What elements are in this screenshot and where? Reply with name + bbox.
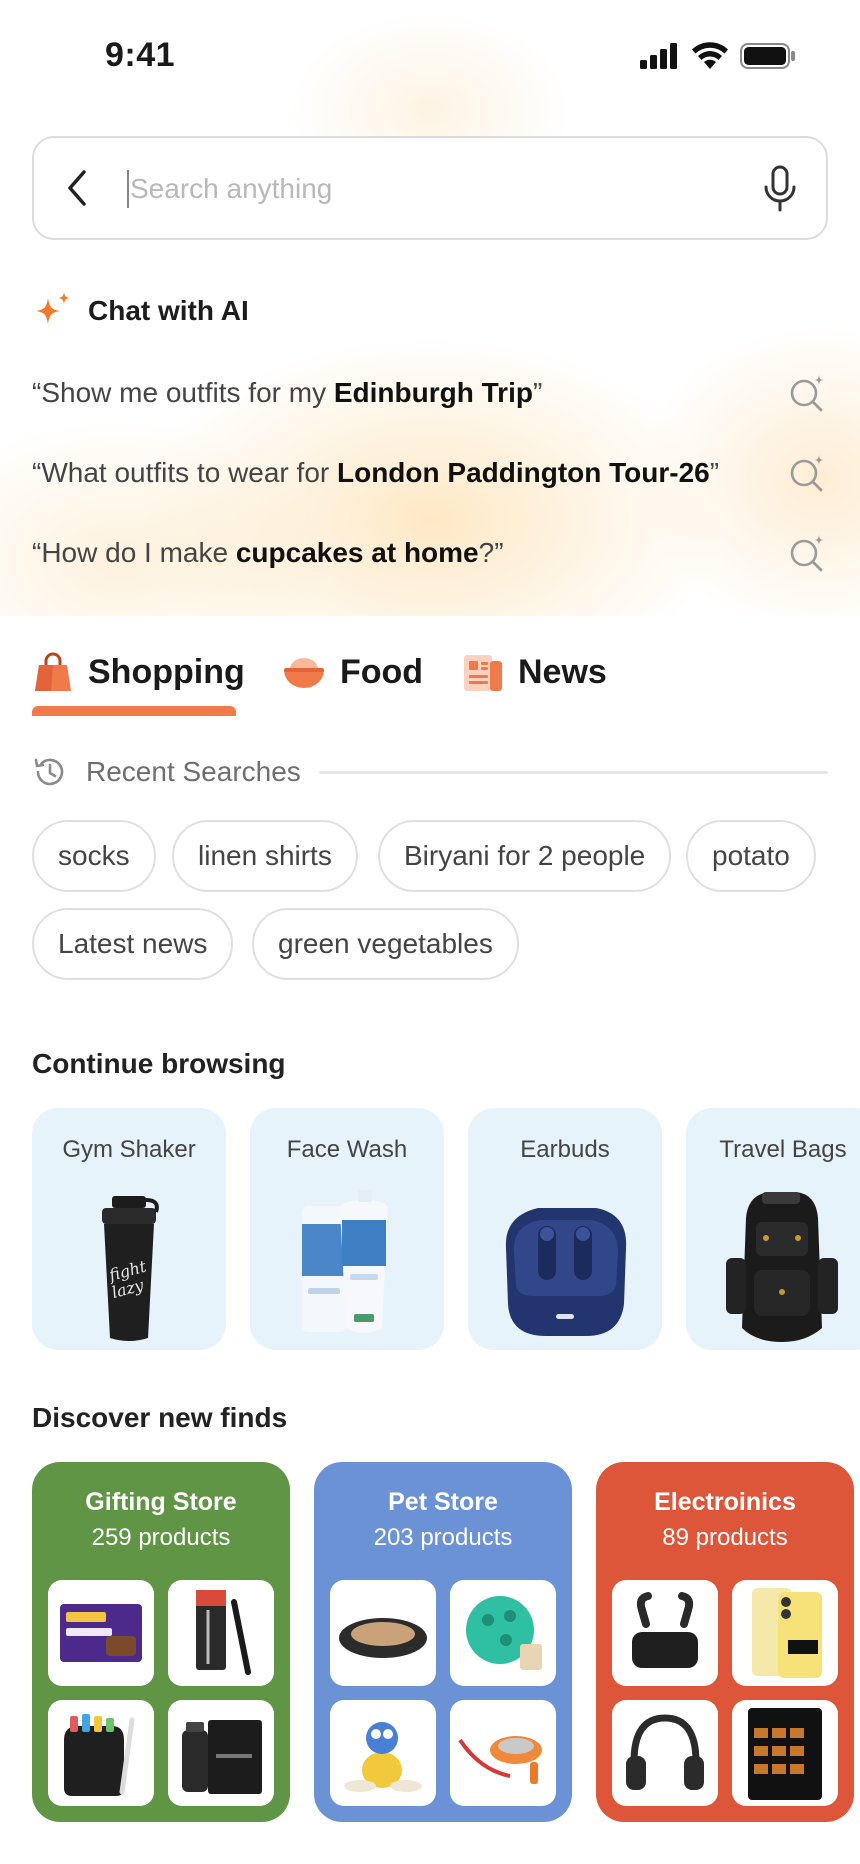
headphones-image <box>626 1714 704 1790</box>
food-bowl-icon <box>284 658 324 688</box>
tab-label: News <box>518 652 607 691</box>
store-name: Pet Store <box>388 1488 498 1516</box>
wifi-icon <box>692 42 728 69</box>
store-product-count: 259 products <box>91 1524 231 1551</box>
gym-shaker-image: fight lazy <box>102 1196 159 1341</box>
pet-bowl-leash-image <box>458 1736 542 1784</box>
store-name: Electroinics <box>654 1488 796 1516</box>
browse-card-gym-shaker[interactable]: Gym Shaker fight lazy <box>32 1108 226 1350</box>
ai-prompt-suggestion[interactable]: “What outfits to wear for London Padding… <box>32 448 828 498</box>
status-bar: 9:41 <box>0 0 860 110</box>
wireless-earbuds-image <box>632 1592 698 1668</box>
divider <box>318 770 828 774</box>
ai-prompt-suggestion[interactable]: “How do I make cupcakes at home?” <box>32 528 828 578</box>
recent-searches-header: Recent Searches <box>32 754 828 790</box>
prompt-text: “How do I make cupcakes at home?” <box>32 537 504 568</box>
earbuds-image <box>505 1208 627 1336</box>
plush-toy-image <box>344 1722 422 1792</box>
pet-bed-image <box>339 1618 427 1658</box>
sparkle-icon <box>36 292 70 324</box>
search-input[interactable] <box>130 166 730 212</box>
product-thumbnail <box>450 1580 556 1686</box>
newspaper-icon <box>464 655 502 691</box>
product-thumbnail <box>168 1700 274 1806</box>
status-time: 9:41 <box>105 36 176 74</box>
ai-prompt-suggestion[interactable]: “Show me outfits for my Edinburgh Trip” <box>32 368 828 418</box>
browse-card-earbuds[interactable]: Earbuds <box>468 1108 662 1350</box>
chat-ai-title: Chat with AI <box>88 295 249 326</box>
pen-set-image <box>196 1590 251 1675</box>
tab-news[interactable]: News <box>462 640 607 704</box>
text-cursor <box>127 170 129 208</box>
discover-title: Discover new finds <box>32 1402 288 1433</box>
product-thumbnail <box>612 1700 718 1806</box>
history-icon <box>34 758 64 786</box>
browse-card-label: Gym Shaker <box>62 1136 196 1163</box>
recent-search-chip[interactable]: socks <box>32 820 156 892</box>
store-name: Gifting Store <box>85 1488 237 1516</box>
battery-icon <box>740 43 795 69</box>
marker-set-image <box>64 1714 135 1796</box>
flask-gift-set-image <box>182 1720 262 1794</box>
store-product-count: 203 products <box>373 1524 513 1551</box>
product-thumbnail <box>732 1580 838 1686</box>
product-thumbnail <box>48 1580 154 1686</box>
prompt-text: “What outfits to wear for London Padding… <box>32 457 720 488</box>
browse-card-label: Earbuds <box>520 1136 610 1163</box>
browse-card-label: Travel Bags <box>719 1136 847 1163</box>
recent-search-chip[interactable]: Latest news <box>32 908 234 980</box>
tab-food[interactable]: Food <box>282 640 423 704</box>
product-thumbnail <box>330 1580 436 1686</box>
browse-card-label: Face Wash <box>286 1136 408 1163</box>
store-card-pet[interactable]: Pet Store 203 products <box>314 1462 572 1822</box>
product-thumbnail <box>732 1700 838 1806</box>
recent-search-chip[interactable]: potato <box>686 820 816 892</box>
smartphone-image <box>752 1588 822 1678</box>
travel-bag-image <box>726 1192 838 1342</box>
ai-search-icon[interactable] <box>788 453 828 493</box>
browse-card-face-wash[interactable]: Face Wash <box>250 1108 444 1350</box>
shopping-bag-icon <box>35 652 71 691</box>
pet-ball-toy-image <box>466 1596 542 1670</box>
status-icons <box>640 42 796 70</box>
recent-search-chip[interactable]: linen shirts <box>172 820 358 892</box>
ai-search-icon[interactable] <box>788 373 828 413</box>
store-product-count: 89 products <box>662 1524 788 1551</box>
tab-label: Food <box>340 652 424 691</box>
chat-ai-header[interactable]: Chat with AI <box>32 290 249 332</box>
product-thumbnail <box>168 1580 274 1686</box>
recent-search-chip[interactable]: green vegetables <box>252 908 519 980</box>
product-thumbnail <box>330 1700 436 1806</box>
store-card-gifting[interactable]: Gifting Store 259 products <box>32 1462 290 1822</box>
continue-browsing-title: Continue browsing <box>32 1048 286 1079</box>
prompt-text: “Show me outfits for my Edinburgh Trip” <box>32 377 543 408</box>
tab-label: Shopping <box>88 652 245 691</box>
product-thumbnail <box>450 1700 556 1806</box>
product-thumbnail <box>48 1700 154 1806</box>
ai-search-icon[interactable] <box>788 533 828 573</box>
cellular-signal-icon <box>640 43 677 69</box>
batteries-pack-image <box>748 1708 822 1800</box>
chocolate-box-image <box>60 1604 142 1662</box>
product-thumbnail <box>612 1580 718 1686</box>
face-wash-image <box>302 1190 388 1333</box>
browse-card-travel-bags[interactable]: Travel Bags <box>686 1108 860 1350</box>
active-tab-indicator <box>32 706 236 716</box>
recent-searches-title: Recent Searches <box>86 756 301 787</box>
tab-shopping[interactable]: Shopping <box>32 640 245 704</box>
store-card-electronics[interactable]: Electroinics 89 products <box>596 1462 854 1822</box>
microphone-icon[interactable] <box>762 164 798 214</box>
recent-search-chip[interactable]: Biryani for 2 people <box>378 820 672 892</box>
back-arrow-icon[interactable] <box>62 168 92 208</box>
